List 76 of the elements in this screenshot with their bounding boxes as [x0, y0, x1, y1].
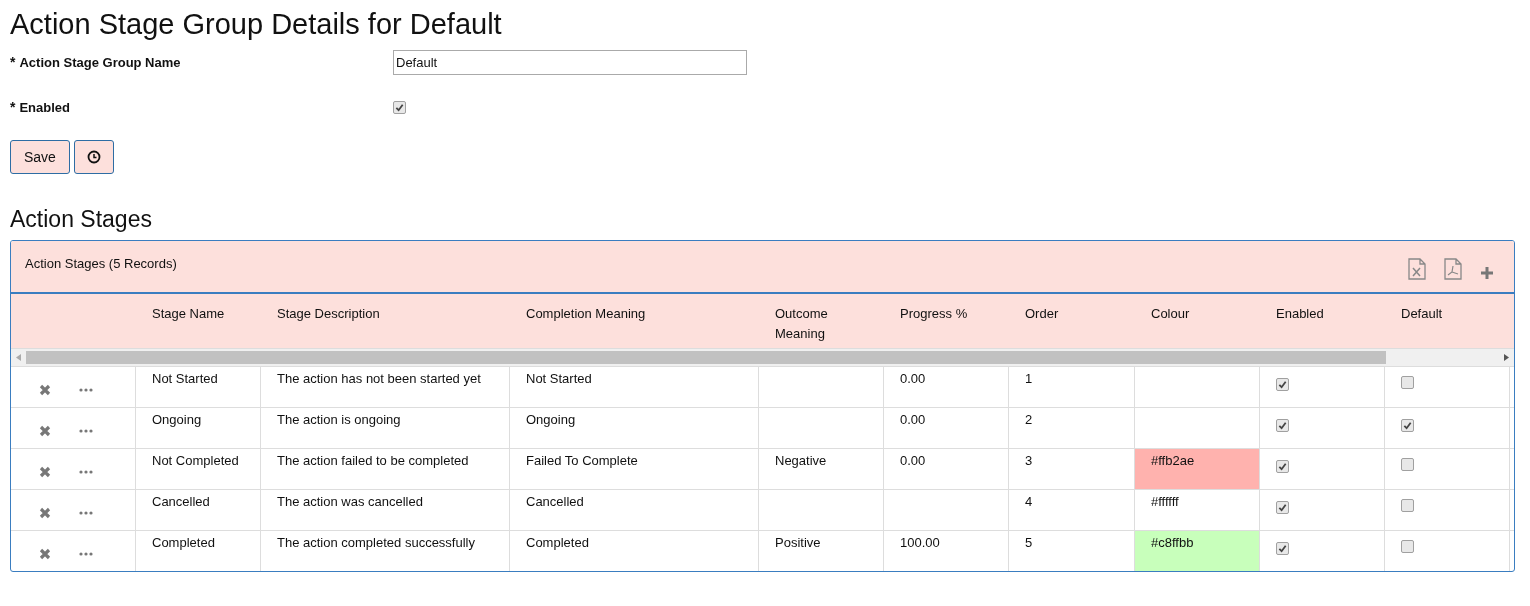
- column-header: Stage Description: [277, 305, 381, 323]
- table-cell-text: Failed To Complete: [526, 452, 639, 470]
- scroll-right-icon[interactable]: [1504, 354, 1509, 361]
- column-header: Completion Meaning: [526, 305, 647, 323]
- colour-value: #c8ffbb: [1151, 534, 1195, 552]
- required-mark: *: [10, 53, 16, 72]
- table-cell-text: 3: [1025, 452, 1034, 470]
- table-cell-text: Positive: [775, 534, 822, 552]
- add-icon[interactable]: [1480, 266, 1494, 280]
- column-header: Stage Name: [152, 305, 226, 323]
- table-cell-text: 0.00: [900, 370, 927, 388]
- field-label: Action Stage Group Name: [19, 53, 181, 72]
- delete-icon[interactable]: [39, 548, 51, 560]
- text-input[interactable]: Default: [393, 50, 747, 75]
- table-cell-text: Not Started: [152, 370, 219, 388]
- table-cell-text: 4: [1025, 493, 1034, 511]
- table-cell-text: 0.00: [900, 411, 927, 429]
- more-icon[interactable]: [79, 470, 93, 474]
- column-header: Outcome Meaning: [775, 305, 829, 343]
- required-mark: *: [10, 98, 16, 117]
- save-button[interactable]: Save: [10, 140, 70, 174]
- table-cell-text: Completed: [526, 534, 590, 552]
- checkbox[interactable]: [393, 101, 406, 114]
- column-header: Default: [1401, 305, 1444, 323]
- colour-value: #ffb2ae: [1151, 452, 1196, 470]
- table-cell-text: 5: [1025, 534, 1034, 552]
- delete-icon[interactable]: [39, 507, 51, 519]
- table-cell-text: Ongoing: [526, 411, 577, 429]
- excel-export-icon[interactable]: [1408, 258, 1426, 280]
- default-checkbox[interactable]: [1401, 376, 1414, 389]
- default-checkbox[interactable]: [1401, 419, 1414, 432]
- enabled-checkbox[interactable]: [1276, 419, 1289, 432]
- table-cell-text: The action completed successfully: [277, 534, 476, 552]
- grid-caption: Action Stages (5 Records): [25, 255, 177, 273]
- table-cell-text: Completed: [152, 534, 216, 552]
- delete-icon[interactable]: [39, 384, 51, 396]
- page-title: Action Stage Group Details for Default: [10, 7, 503, 42]
- more-icon[interactable]: [79, 511, 93, 515]
- table-cell-text: The action is ongoing: [277, 411, 402, 429]
- column-header: Order: [1025, 305, 1060, 323]
- table-cell-text: 1: [1025, 370, 1034, 388]
- more-icon[interactable]: [79, 429, 93, 433]
- column-header: Enabled: [1276, 305, 1325, 323]
- table-cell-text: The action has not been started yet: [277, 370, 482, 388]
- column-header: Colour: [1151, 305, 1191, 323]
- default-checkbox[interactable]: [1401, 499, 1414, 512]
- delete-icon[interactable]: [39, 466, 51, 478]
- horizontal-scrollbar[interactable]: [11, 349, 1514, 366]
- table-cell-text: Negative: [775, 452, 828, 470]
- enabled-checkbox[interactable]: [1276, 501, 1289, 514]
- clock-icon: [86, 150, 101, 164]
- table-cell-text: Not Completed: [152, 452, 240, 470]
- table-cell-text: The action failed to be completed: [277, 452, 470, 470]
- table-cell-text: 2: [1025, 411, 1034, 429]
- column-header: Progress %: [900, 305, 969, 323]
- table-cell-text: Ongoing: [152, 411, 203, 429]
- default-checkbox[interactable]: [1401, 540, 1414, 553]
- more-icon[interactable]: [79, 388, 93, 392]
- table-cell-text: Not Started: [526, 370, 593, 388]
- colour-value: #ffffff: [1151, 493, 1180, 511]
- table-cell-text: 100.00: [900, 534, 941, 552]
- default-checkbox[interactable]: [1401, 458, 1414, 471]
- enabled-checkbox[interactable]: [1276, 542, 1289, 555]
- enabled-checkbox[interactable]: [1276, 460, 1289, 473]
- field-label: Enabled: [19, 98, 71, 117]
- history-button[interactable]: [73, 140, 114, 174]
- table-cell-text: The action was cancelled: [277, 493, 424, 511]
- table-cell-text: Cancelled: [152, 493, 211, 511]
- enabled-checkbox[interactable]: [1276, 378, 1289, 391]
- delete-icon[interactable]: [39, 425, 51, 437]
- table-cell-text: Cancelled: [526, 493, 585, 511]
- more-icon[interactable]: [79, 552, 93, 556]
- scrollbar-thumb[interactable]: [26, 351, 1386, 364]
- pdf-export-icon[interactable]: [1444, 258, 1462, 280]
- section-title: Action Stages: [10, 205, 153, 234]
- table-cell-text: 0.00: [900, 452, 927, 470]
